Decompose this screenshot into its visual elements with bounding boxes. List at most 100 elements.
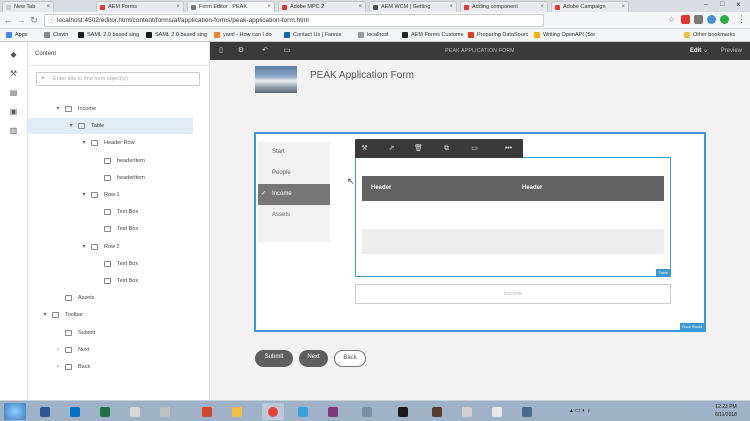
close-tab-icon[interactable]: × [176,2,180,12]
expand-toggle-icon[interactable]: ▾ [81,239,87,255]
bookmark[interactable]: AEM Forms Custome [402,31,464,40]
expand-toggle-icon[interactable]: ▾ [42,307,48,323]
bookmark[interactable]: Preparing DataSourc [468,31,528,40]
close-tab-icon[interactable]: × [540,2,544,12]
emulator-icon[interactable]: ▭ [282,46,292,56]
tree-item[interactable]: Assets [28,290,193,306]
preview-button[interactable]: Preview [721,42,742,60]
tree-item[interactable]: Text Box [28,204,193,220]
system-clock[interactable]: 12:23 PM 6/11/2018 [708,403,744,419]
back-button[interactable]: Back [334,350,366,367]
wizard-step-income[interactable]: ✓ Income [258,184,330,205]
bookmark[interactable]: SAML 2.0 based sing [146,31,207,40]
data-icon[interactable]: ▥ [9,126,18,135]
income-field[interactable]: Income [355,284,671,304]
word-icon[interactable] [34,403,56,420]
browser-tab-active[interactable]: Form Editor : PEAK × [187,1,275,12]
delete-icon[interactable]: 🗑 [413,143,424,154]
submit-button[interactable]: Submit [255,350,293,367]
select-parent-icon[interactable]: ⧉ [441,143,452,154]
expand-toggle-icon[interactable]: ▾ [55,101,61,117]
browser-tab[interactable]: Adobe Campaign × [551,1,629,12]
bookmark[interactable]: SAML 2.0 based sing [78,31,139,40]
tree-item[interactable]: headerItem [28,153,193,169]
onenote-icon[interactable] [322,403,344,420]
tree-item[interactable]: Text Box [28,256,193,272]
tree-item[interactable]: ▾ Table [28,118,193,135]
close-tab-icon[interactable]: × [358,2,362,12]
assets-icon[interactable]: ▣ [9,107,18,116]
replace-icon[interactable]: ▭ [469,143,480,154]
mode-select[interactable]: Edit ⌄ [690,42,708,60]
chrome-icon[interactable] [262,403,284,420]
terminal-icon[interactable] [392,403,414,420]
wizard-step-people[interactable]: People [258,163,330,184]
forward-arrow-icon[interactable]: → [16,15,26,25]
more-icon[interactable]: ••• [503,143,514,154]
app-icon[interactable] [516,403,538,420]
tree-item[interactable]: Text Box [28,221,193,237]
star-icon[interactable]: ☆ [668,15,675,24]
reload-icon[interactable]: ↻ [29,15,39,25]
browser-tab[interactable]: AEM Forms × [96,1,184,12]
close-window-icon[interactable]: × [736,0,741,9]
bookmark[interactable]: yaml - How can I do [214,31,272,40]
app-icon[interactable] [486,403,508,420]
powerpoint-icon[interactable] [196,403,218,420]
configure-icon[interactable]: ⚒ [359,143,370,154]
maximize-icon[interactable]: □ [720,1,724,8]
browser-tab[interactable]: Adding component × [460,1,548,12]
browser-tab[interactable]: New Tab × [2,1,54,12]
undo-icon[interactable]: ↶ [260,46,270,56]
bookmark[interactable]: Writing OpenAPI (Sw [534,31,595,40]
bookmark[interactable]: Clavin [44,31,68,40]
tree-item[interactable]: headerItem [28,170,193,186]
tree-item[interactable]: ▾ Toolbar [28,307,193,323]
close-tab-icon[interactable]: × [267,2,271,12]
close-tab-icon[interactable]: × [46,2,50,12]
layers-icon[interactable]: ◆ [9,50,18,59]
wrench-icon[interactable]: ⚒ [9,69,18,78]
app-icon[interactable] [356,403,378,420]
bookmark[interactable]: Contact Us | Fannie [284,31,342,40]
root-panel[interactable]: Start People ✓ Income Assets Header Heade… [254,132,706,332]
tray-icons[interactable]: ▴ ▭ ◐ ♪ [570,407,590,414]
app-icon[interactable] [124,403,146,420]
explorer-icon[interactable] [226,403,248,420]
app-icon[interactable] [456,403,478,420]
tree-item[interactable]: ▾ Header Row [28,135,193,151]
table-component[interactable]: Header Header Table [355,157,671,277]
components-icon[interactable]: ▤ [9,88,18,97]
expand-toggle-icon[interactable]: ▾ [81,187,87,203]
excel-icon[interactable] [94,403,116,420]
table-row[interactable] [362,229,664,254]
expand-toggle-icon[interactable]: ▾ [81,135,87,151]
next-button[interactable]: Next [299,350,328,367]
expand-toggle-icon[interactable]: ▾ [68,118,74,134]
tree-item[interactable]: › Next [28,342,193,358]
tree-item[interactable]: ▾ Row 1 [28,187,193,203]
filter-input[interactable]: ⌕ Enter title to find form object(s) [36,72,200,86]
table-header-cell[interactable]: Header [371,176,391,201]
back-arrow-icon[interactable]: ← [3,15,13,25]
rules-icon[interactable]: ⇗ [386,143,397,154]
close-tab-icon[interactable]: × [621,2,625,12]
extension-icon[interactable] [707,15,716,24]
settings-icon[interactable]: ⚙ [236,46,246,56]
menu-icon[interactable]: ⋮ [737,14,746,25]
bookmark[interactable]: localhost [358,31,389,40]
tree-item[interactable]: ▾ Income [28,101,193,117]
wizard-step-start[interactable]: Start [258,142,330,163]
app-icon[interactable] [292,403,314,420]
wizard-step-assets[interactable]: Assets [258,205,330,226]
url-input[interactable]: ⓘ localhost:4502/editor.html/content/for… [44,14,544,27]
tree-item[interactable]: ‹ Back [28,359,193,375]
expand-toggle-icon[interactable]: ‹ [55,359,61,375]
bookmark[interactable]: Apps [6,31,28,40]
start-button[interactable] [4,403,26,420]
browser-tab[interactable]: Adobe MPC 2 × [278,1,366,12]
bookmark[interactable]: Other bookmarks [684,31,735,40]
tree-item[interactable]: Submit [28,325,193,341]
outlook-icon[interactable] [64,403,86,420]
close-tab-icon[interactable]: × [449,2,453,12]
